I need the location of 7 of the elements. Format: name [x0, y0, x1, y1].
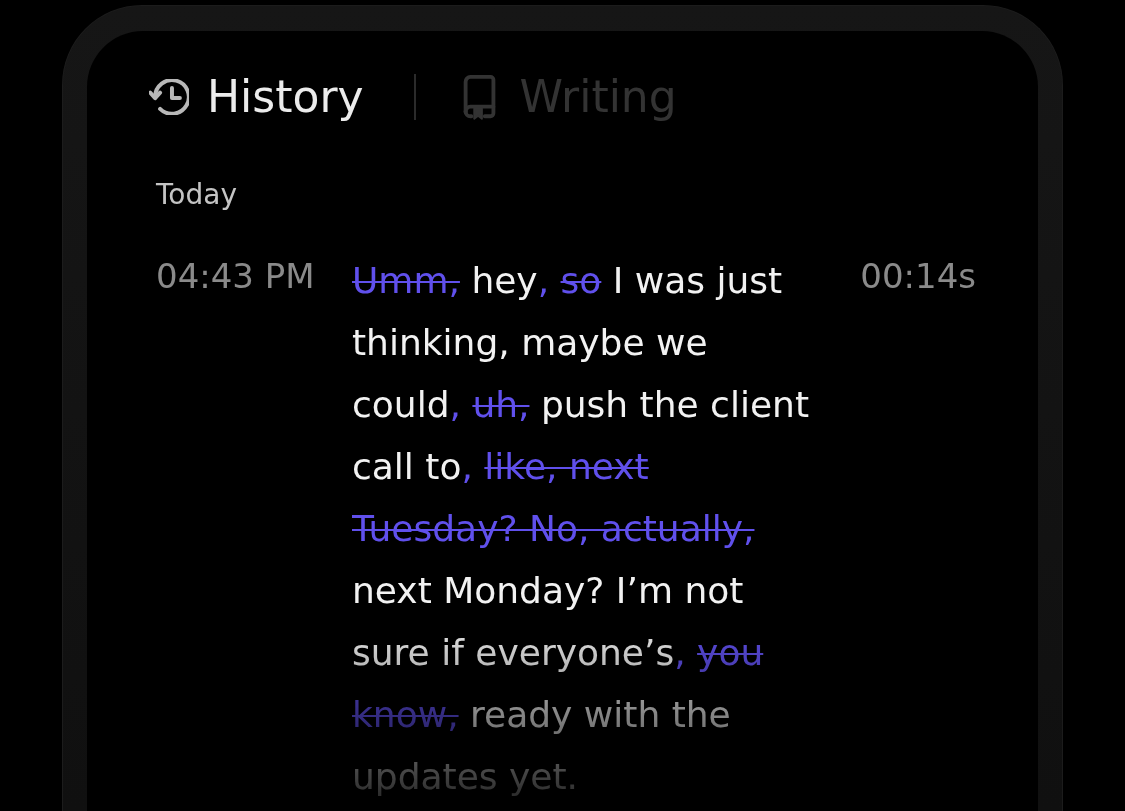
transcript-text: Umm, hey, so I was just thinking, maybe we could, uh, push the client call to, like, next Tuesday? No, actually, next Monday? I’m not sure if everyone’s, you know, ready with the updates yet. [352, 259, 810, 799]
history-icon [149, 79, 189, 115]
entry-time: 04:43 PM [156, 256, 316, 296]
tab[interactable]: History [149, 73, 364, 121]
book-icon [461, 75, 498, 121]
section-heading: Today [156, 178, 238, 212]
entry-duration: 00:14s [860, 256, 976, 296]
